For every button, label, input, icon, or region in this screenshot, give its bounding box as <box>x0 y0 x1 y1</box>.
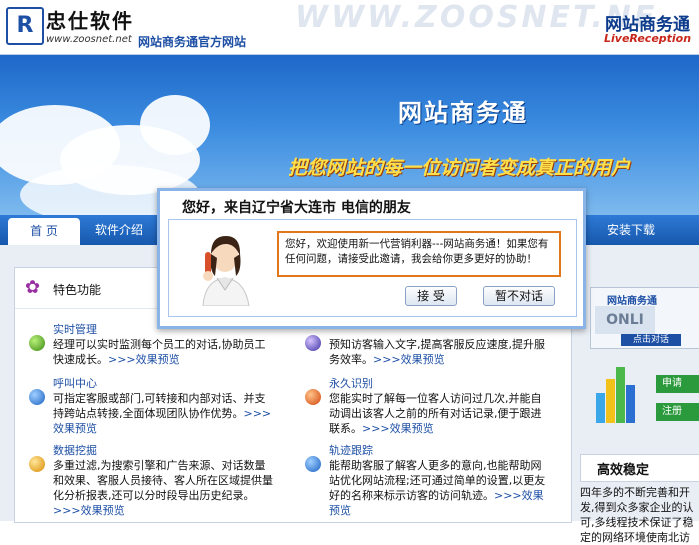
dialog-body: 您好，欢迎使用新一代营销利器---网站商务通！如果您有任何问题，请接受此邀请，我… <box>168 219 577 317</box>
realtime-icon <box>29 335 45 351</box>
feature-desc: 能帮助客服了解客人更多的意向,也能帮助网站优化网站流程;还可通过简单的设置,以更… <box>329 459 546 517</box>
feature-title[interactable]: 数据挖掘 <box>53 442 97 458</box>
identify-icon <box>305 389 321 405</box>
site-header: R 忠仕软件 www.zoosnet.net 网站商务通官方网站 WWW.ZOO… <box>0 0 699 55</box>
brand-en: LiveReception <box>604 32 692 45</box>
feature-title[interactable]: 实时管理 <box>53 321 97 337</box>
brand-logo[interactable]: 网站商务通 LiveReception <box>600 8 699 48</box>
bar-graphic-bar <box>626 385 635 423</box>
feature-title[interactable]: 轨迹跟踪 <box>329 442 373 458</box>
feature-title[interactable]: 永久识别 <box>329 375 373 391</box>
feature-desc: 经理可以实时监测每个员工的对话,协助员工快速成长。>>>效果预览 <box>53 338 266 366</box>
company-name: 忠仕软件 <box>46 9 134 33</box>
invite-message: 您好，欢迎使用新一代营销利器---网站商务通！如果您有任何问题，请接受此邀请，我… <box>277 231 561 277</box>
accept-button[interactable]: 接 受 <box>405 286 457 306</box>
stable-box: 高效稳定 <box>580 454 699 482</box>
preview-link[interactable]: >>>效果预览 <box>362 422 434 435</box>
cloud-decoration <box>140 95 210 155</box>
decline-button[interactable]: 暂不对话 <box>483 286 555 306</box>
track-icon <box>305 456 321 472</box>
banner-title: 网站商务通 <box>398 99 528 127</box>
bar-graphic-bar <box>616 367 625 423</box>
apply-button[interactable]: 申请 <box>656 375 699 393</box>
promo-title: 网站商务通 <box>607 296 657 307</box>
call-center-icon <box>29 389 45 405</box>
bar-graphic-bar <box>596 393 605 423</box>
feature-title[interactable]: 呼叫中心 <box>53 375 97 391</box>
feature-desc: 预知访客输入文字,提高客服反应速度,提升服务效率。>>>效果预览 <box>329 338 545 366</box>
dialog-title: 您好，来自辽宁省大连市 电信的朋友 <box>182 200 411 216</box>
preview-link[interactable]: >>>效果预览 <box>53 504 125 517</box>
register-button[interactable]: 注册 <box>656 403 699 421</box>
logo-icon[interactable]: R <box>6 7 44 45</box>
feature-desc: 多重过滤,为搜索引擎和广告来源、对话数量和效果、客服人员接待、客人所在区域提供量… <box>53 459 273 517</box>
flower-icon: ✿ <box>25 277 41 298</box>
right-sidebar: 网站商务通 ONLI 点击对话 申请 注册 高效稳定 四年多的不断完善和开发,得… <box>578 245 699 544</box>
preview-link[interactable]: >>>效果预览 <box>108 353 180 366</box>
feature-desc: 可指定客服或部门,可转接和内部对话、并支持跨站点转接,全面体现团队协作优势。>>… <box>53 392 272 435</box>
site-tagline: 网站商务通官方网站 <box>138 35 247 49</box>
banner-slogan: 把您网站的每一位访问者变成真正的用户 <box>288 157 631 179</box>
promo-online: ONLI <box>595 306 655 334</box>
company-url: www.zoosnet.net <box>46 34 132 45</box>
nav-download[interactable]: 安装下载 <box>607 215 655 245</box>
promo-click[interactable]: 点击对话 <box>621 334 681 346</box>
feature-desc: 您能实时了解每一位客人访问过几次,并能自动调出该客人之前的所有对话记录,便于跟进… <box>329 392 542 435</box>
nav-software-intro[interactable]: 软件介绍 <box>95 215 143 245</box>
nav-home[interactable]: 首 页 <box>8 218 80 245</box>
preview-icon <box>305 335 321 351</box>
bar-graphic <box>596 367 636 423</box>
stable-title: 高效稳定 <box>597 463 650 478</box>
preview-link[interactable]: >>>效果预览 <box>373 353 445 366</box>
bar-graphic-bar <box>606 379 615 423</box>
chat-invite-dialog: 您好，来自辽宁省大连市 电信的朋友 您好，欢迎使用新一代营销利器---网站商务通… <box>157 188 586 329</box>
agent-avatar-icon <box>195 230 255 306</box>
stable-desc: 四年多的不断完善和开发,得到众多家企业的认可,多线程技术保证了稳定的网络环境使南… <box>580 486 694 544</box>
data-mining-icon <box>29 456 45 472</box>
promo-banner[interactable]: 网站商务通 ONLI 点击对话 <box>590 287 699 349</box>
features-heading: 特色功能 <box>53 283 102 297</box>
